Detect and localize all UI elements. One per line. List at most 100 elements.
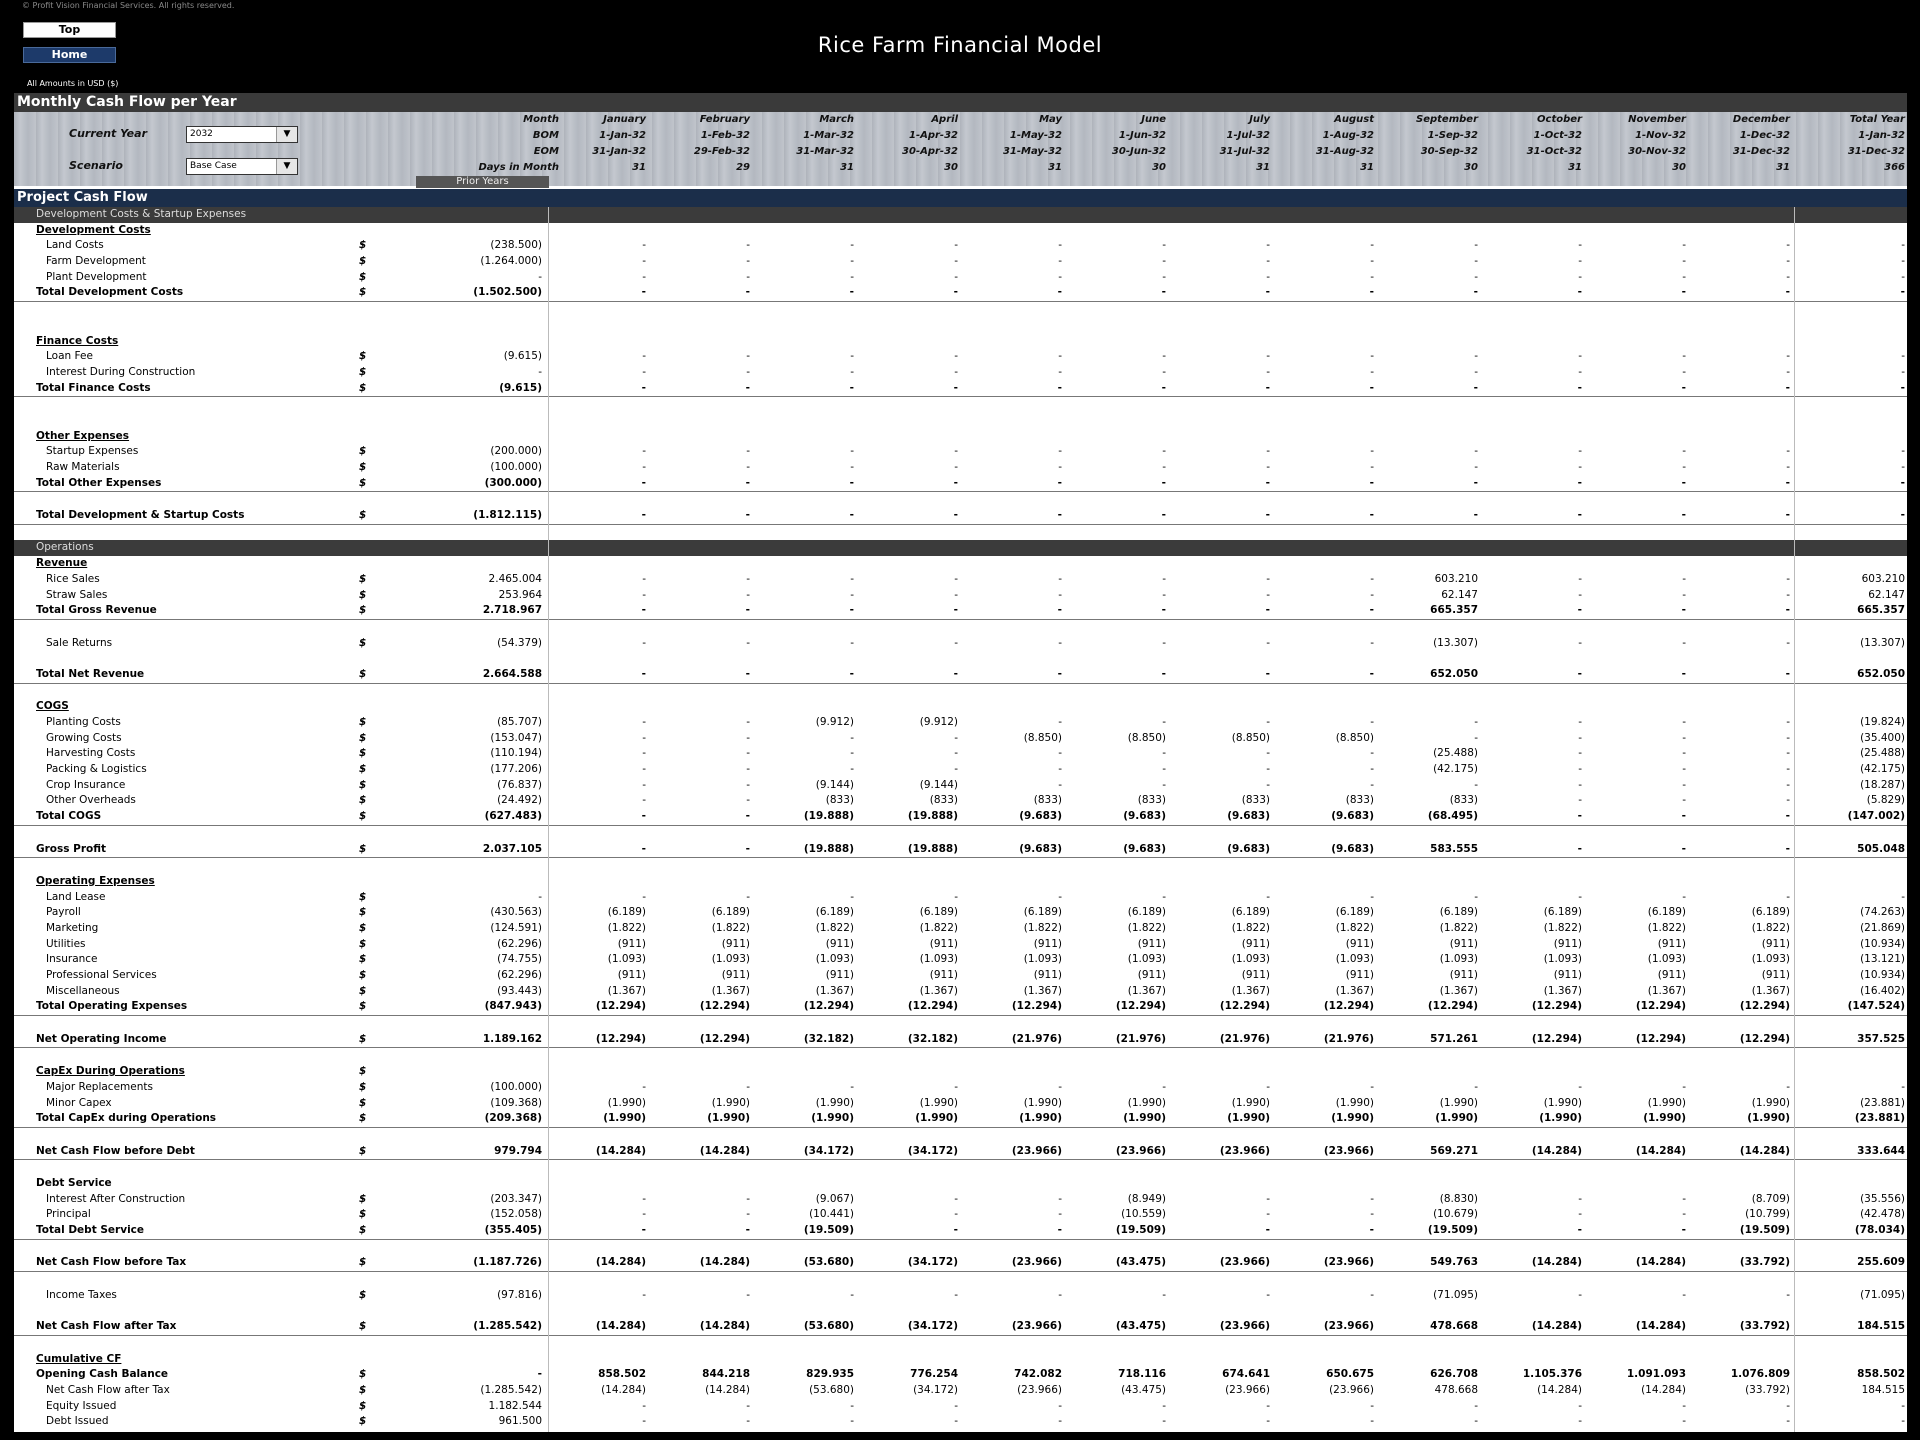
month-value: - — [1682, 794, 1686, 807]
table-row: Debt Issued $961.500 - - - - - - - - - - - - - — [14, 1414, 1907, 1430]
month-value: (1.990) — [1231, 1096, 1270, 1109]
month-value: (12.294) — [1219, 1000, 1270, 1013]
prior-years-value: (76.837) — [497, 778, 542, 791]
month-value: (1.822) — [1335, 921, 1374, 934]
table-row: Finance Costs — [14, 334, 1907, 350]
row-label: Minor Capex — [46, 1096, 112, 1109]
prior-years-value: (100.000) — [490, 461, 542, 473]
month-value: (1.367) — [1023, 984, 1062, 997]
row-label: Net Cash Flow after Tax — [46, 1383, 170, 1396]
month-value: - — [1578, 588, 1582, 601]
prior-years-value: (97.816) — [497, 1288, 542, 1301]
month-value: (33.792) — [1745, 1383, 1790, 1396]
month-value: - — [1058, 778, 1062, 791]
month-value: - — [1786, 747, 1790, 760]
prior-years-value: (93.443) — [497, 984, 542, 997]
currency-symbol: $ — [359, 1288, 367, 1301]
total-year-value: 505.048 — [1857, 842, 1905, 855]
month-value: - — [1474, 1080, 1478, 1093]
month-value: - — [850, 239, 854, 252]
month-value: - — [1266, 1415, 1270, 1428]
total-year-value: - — [1901, 1080, 1905, 1093]
month-value: - — [1682, 461, 1686, 473]
month-value: (32.182) — [907, 1032, 958, 1045]
prior-years-button[interactable]: Prior Years — [416, 176, 549, 188]
row-label: Net Cash Flow before Debt — [36, 1144, 195, 1157]
month-value: - — [746, 350, 750, 363]
blank-row — [14, 1160, 1907, 1176]
currency-symbol: $ — [359, 1032, 367, 1045]
currency-symbol: $ — [359, 255, 367, 268]
month-value: - — [1057, 509, 1062, 522]
month-value: (34.172) — [907, 1144, 958, 1157]
month-value: - — [1682, 1080, 1686, 1093]
table-row: Total Other Expenses $ (300.000) - - - - - - - - - -… — [14, 476, 1907, 493]
row-label: CapEx During Operations — [36, 1065, 185, 1078]
row-label: Cumulative CF — [36, 1352, 122, 1365]
row-label: Total Other Expenses — [36, 476, 162, 489]
month-value: (53.680) — [809, 1383, 854, 1396]
blank-row — [14, 1016, 1907, 1032]
month-value: - — [1578, 763, 1582, 776]
currency-symbol: $ — [359, 381, 367, 394]
row-label: Closing Cash Balance — [36, 1430, 162, 1432]
currency-symbol: $ — [359, 969, 367, 981]
currency-symbol: $ — [359, 1144, 367, 1157]
table-row: Development Costs — [14, 223, 1907, 239]
prior-years-value: - — [538, 890, 542, 903]
month-value: - — [1578, 1192, 1582, 1205]
month-value: - — [1370, 239, 1374, 252]
month-value: - — [1473, 476, 1478, 489]
month-value: - — [1682, 747, 1686, 760]
month-value: 549.763 — [1430, 1256, 1478, 1269]
month-value: (23.966) — [1011, 1144, 1062, 1157]
days-in-month: 31 — [1256, 162, 1270, 173]
bom-date: 1-Jan-32 — [599, 130, 646, 141]
month-value: - — [953, 286, 958, 299]
month-value: - — [642, 890, 646, 903]
month-value: - — [1786, 1399, 1790, 1412]
month-value: - — [746, 636, 750, 649]
month-value: - — [745, 476, 750, 489]
table-row: Packing & Logistics $ (177.206) - - - - - - - - (42… — [14, 762, 1907, 778]
month-value: (1.367) — [711, 984, 750, 997]
month-value: - — [1578, 747, 1582, 760]
month-value: (833) — [1033, 794, 1062, 807]
month-value: (911) — [1657, 969, 1686, 981]
blank-row — [14, 1128, 1907, 1144]
month-value: (25.488) — [1433, 747, 1478, 760]
month-value: - — [1162, 461, 1166, 473]
total-year-value: (74.263) — [1860, 906, 1905, 919]
currency-symbol: $ — [359, 365, 367, 378]
month-value: - — [850, 1415, 854, 1428]
month-value: (14.284) — [1531, 1144, 1582, 1157]
total-year-value: - — [1901, 350, 1905, 363]
total-year-value: (147.002) — [1847, 810, 1905, 823]
month-value: (833) — [1241, 794, 1270, 807]
month-value: (1.822) — [1647, 921, 1686, 934]
month-value: (911) — [825, 937, 854, 950]
month-value: (8.709) — [1751, 1192, 1790, 1205]
table-row: Other Overheads $ (24.492) - - (833) (833) (833… — [14, 793, 1907, 809]
currency-symbol: $ — [359, 604, 367, 617]
month-value: - — [1370, 1288, 1374, 1301]
days-in-month: 31 — [840, 162, 854, 173]
month-value: (1.990) — [1751, 1096, 1790, 1109]
month-value: - — [1786, 794, 1790, 807]
month-value: - — [1578, 778, 1582, 791]
month-value: - — [1266, 763, 1270, 776]
currency-symbol: $ — [359, 953, 367, 966]
prior-years-value: 979.794 — [494, 1144, 542, 1157]
currency-symbol: $ — [359, 1112, 367, 1125]
bom-date: 1-Feb-32 — [700, 130, 750, 141]
month-value: - — [1058, 1208, 1062, 1221]
month-value: - — [1369, 286, 1374, 299]
month-value: - — [1161, 381, 1166, 394]
month-value: - — [1162, 270, 1166, 283]
month-value: - — [1786, 255, 1790, 268]
month-value: - — [1266, 747, 1270, 760]
month-value: - — [850, 1080, 854, 1093]
month-value: (1.822) — [815, 921, 854, 934]
month-value: - — [746, 1192, 750, 1205]
month-value: (911) — [1761, 969, 1790, 981]
